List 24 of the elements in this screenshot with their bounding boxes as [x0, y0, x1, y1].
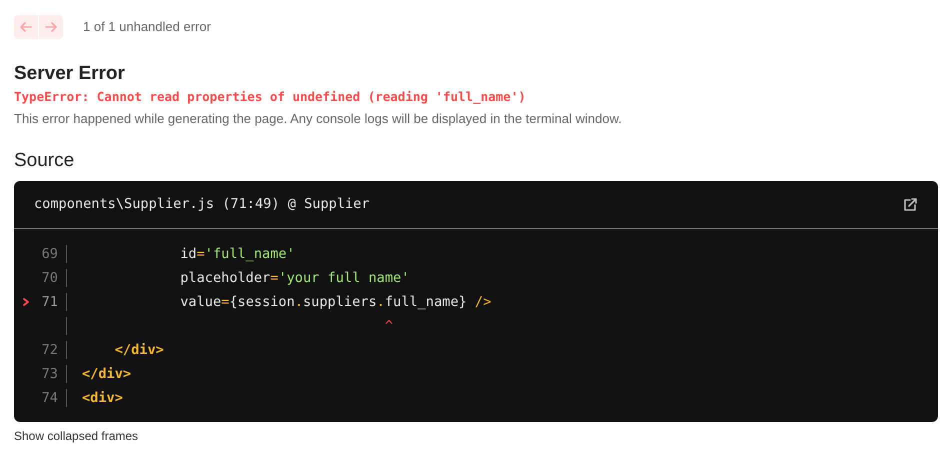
code-line: placeholder='your full name' — [179, 268, 410, 288]
line-number: 70 — [40, 268, 59, 288]
section-title: Source — [14, 149, 76, 173]
line-number: 74 — [40, 388, 59, 408]
line-number: 73 — [40, 364, 59, 384]
show-collapsed-frames-link[interactable]: Show collapsed frames — [14, 427, 138, 445]
arrow-left-icon — [18, 19, 34, 35]
source-file-path: components\Supplier.js (71:49) @ Supplier — [34, 195, 370, 214]
error-message: TypeError: Cannot read properties of undefined (reading 'full_name') — [14, 88, 527, 106]
arrow-right-icon — [43, 19, 59, 35]
code-line: id='full_name' — [179, 244, 295, 264]
error-count: 1 of 1 unhandled error — [83, 18, 211, 36]
error-description: This error happened while generating the page. Any console logs will be displayed in the terminal window. — [14, 110, 623, 128]
line-number: 69 — [40, 244, 59, 264]
code-line: value={session.suppliers.full_name} /> — [179, 292, 492, 312]
code-line: <div> — [82, 388, 123, 408]
line-number: 72 — [40, 340, 59, 360]
line-number: 71 — [40, 292, 59, 312]
chevron-right-icon — [22, 297, 30, 307]
error-title: Server Error — [14, 62, 126, 86]
code-line: </div> — [82, 364, 132, 384]
open-in-editor-icon[interactable] — [902, 196, 918, 212]
code-line: </div> — [114, 340, 164, 360]
error-caret: ^ — [384, 316, 393, 336]
